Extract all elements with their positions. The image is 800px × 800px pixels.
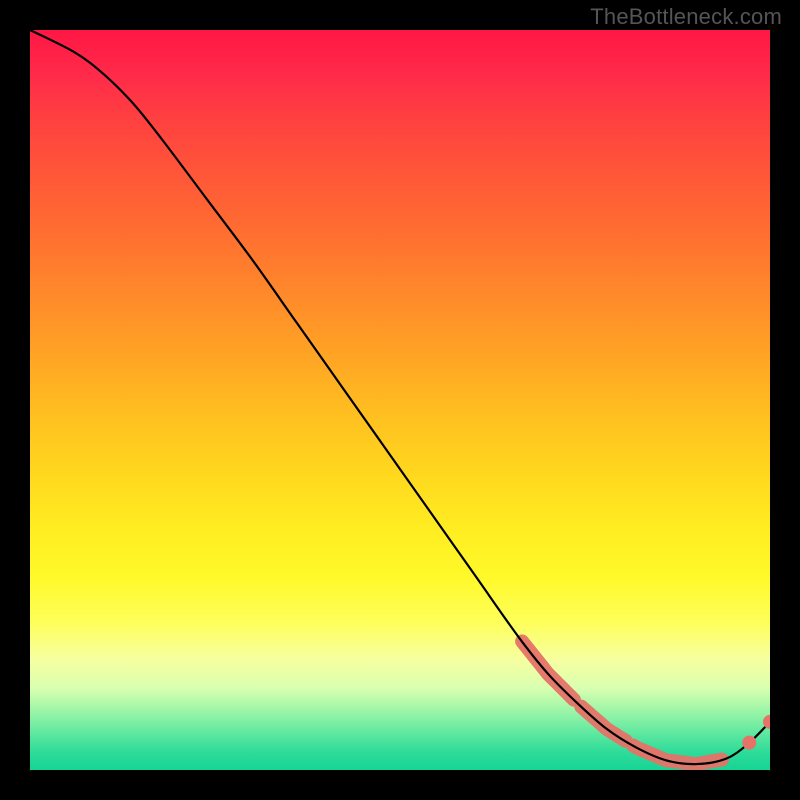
highlight-point [742,736,756,750]
chart-svg [30,30,770,770]
heatmap-background [30,30,770,770]
watermark-text: TheBottleneck.com [590,4,782,30]
points-layer [742,715,770,750]
highlight-layer [522,641,722,763]
main-curve-line [30,30,770,764]
